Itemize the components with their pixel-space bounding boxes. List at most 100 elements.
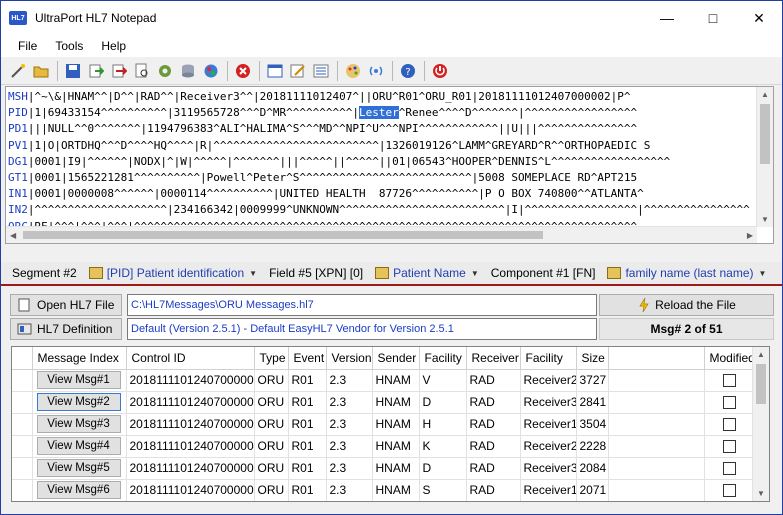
column-header[interactable]: Modified	[704, 347, 755, 370]
row-header-corner	[12, 347, 33, 370]
cell-facility: V	[419, 369, 467, 392]
view-message-button[interactable]: View Msg#4	[36, 437, 121, 455]
cell-receiver: RAD	[466, 479, 521, 501]
view-message-button[interactable]: View Msg#2	[36, 393, 121, 411]
modified-checkbox[interactable]	[723, 417, 736, 431]
minimize-icon[interactable]: —	[644, 1, 690, 35]
column-header[interactable]: Control ID	[126, 347, 255, 370]
table-row[interactable]: View Msg#6 20181111012407000006 ORU R01 2.3 H…	[12, 479, 753, 501]
column-header[interactable]	[608, 347, 705, 370]
editor-text[interactable]: MSH|^~\&|HNAM^^|D^^|RAD^^|Receiver3^^|20…	[8, 89, 753, 243]
view-message-button[interactable]: View Msg#5	[36, 459, 121, 477]
window-layout-icon[interactable]	[264, 60, 286, 82]
modified-checkbox[interactable]	[723, 373, 736, 387]
palette-icon[interactable]	[342, 60, 364, 82]
menu-file[interactable]: File	[9, 36, 46, 56]
maximize-icon[interactable]: □	[690, 1, 736, 35]
editor-line[interactable]: PID|1|69433154^^^^^^^^^^|3119565728^^^D^…	[8, 105, 753, 121]
table-row[interactable]: View Msg#3 20181111012407000003 ORU R01 2.3 H…	[12, 413, 753, 436]
component-dropdown[interactable]: family name (last name) ▼	[607, 266, 766, 280]
print-preview-icon[interactable]	[131, 60, 153, 82]
editor-horizontal-scrollbar[interactable]: ◀ ▶	[6, 226, 757, 243]
view-message-button[interactable]: View Msg#1	[36, 371, 121, 389]
power-icon[interactable]	[429, 60, 451, 82]
scroll-down-icon[interactable]: ▼	[757, 489, 765, 498]
cell-size: 2228	[576, 435, 609, 458]
settings-gear-icon[interactable]	[154, 60, 176, 82]
column-header[interactable]: Facility	[520, 347, 577, 370]
row-header[interactable]	[12, 479, 33, 501]
grid-vertical-scrollbar[interactable]: ▲ ▼	[752, 347, 769, 501]
reload-file-button[interactable]: Reload the File	[599, 294, 774, 316]
wand-icon[interactable]	[7, 60, 29, 82]
cell-version: 2.3	[326, 391, 373, 414]
editor-line[interactable]: GT1|0001|1565221281^^^^^^^^^^|Powell^Pet…	[8, 170, 753, 186]
save-icon[interactable]	[62, 60, 84, 82]
column-header[interactable]: Type	[254, 347, 289, 370]
editor-line[interactable]: DG1|0001|I9|^^^^^^|NODX|^|W|^^^^^|^^^^^^…	[8, 154, 753, 170]
menu-help[interactable]: Help	[92, 36, 135, 56]
open-folder-icon[interactable]	[30, 60, 52, 82]
editor-line[interactable]: PD1|||NULL^^0^^^^^^^|1194796383^ALI^HALI…	[8, 121, 753, 137]
title-bar[interactable]: HL7 UltraPort HL7 Notepad — □ ✕	[1, 1, 782, 35]
row-header[interactable]	[12, 413, 33, 436]
column-header[interactable]: Size	[576, 347, 609, 370]
hl7-message-editor[interactable]: MSH|^~\&|HNAM^^|D^^|RAD^^|Receiver3^^|20…	[5, 86, 774, 244]
scroll-right-icon[interactable]: ▶	[747, 231, 753, 240]
modified-checkbox[interactable]	[723, 395, 736, 409]
export-icon[interactable]	[108, 60, 130, 82]
cell-type: ORU	[254, 457, 289, 480]
column-header[interactable]: Version	[326, 347, 373, 370]
scroll-up-icon[interactable]: ▲	[761, 90, 769, 99]
scroll-thumb[interactable]	[23, 231, 543, 239]
cell-control-id: 20181111012407000001	[126, 369, 255, 392]
edit-icon[interactable]	[287, 60, 309, 82]
editor-vertical-scrollbar[interactable]: ▲ ▼	[756, 87, 773, 227]
scroll-left-icon[interactable]: ◀	[10, 231, 16, 240]
menu-tools[interactable]: Tools	[46, 36, 92, 56]
column-header[interactable]: Message Index	[32, 347, 127, 370]
view-message-button[interactable]: View Msg#3	[36, 415, 121, 433]
table-row[interactable]: View Msg#1 20181111012407000001 ORU R01 2.3 H…	[12, 369, 753, 392]
close-icon[interactable]: ✕	[736, 1, 782, 35]
table-row[interactable]: View Msg#4 20181111012407000004 ORU R01 2.3 H…	[12, 435, 753, 458]
hl7-definition-button[interactable]: HL7 Definition	[10, 318, 122, 340]
list-icon[interactable]	[310, 60, 332, 82]
modified-checkbox[interactable]	[723, 461, 736, 475]
column-header[interactable]: Receiver	[466, 347, 521, 370]
modified-checkbox[interactable]	[723, 439, 736, 453]
scroll-thumb[interactable]	[756, 364, 766, 404]
import-icon[interactable]	[85, 60, 107, 82]
column-header[interactable]: Sender	[372, 347, 420, 370]
open-hl7-file-button[interactable]: Open HL7 File	[10, 294, 122, 316]
view-message-button[interactable]: View Msg#6	[36, 481, 121, 499]
cell-event: R01	[288, 435, 327, 458]
open-hl7-file-label: Open HL7 File	[37, 298, 115, 312]
editor-line[interactable]: IN1|0001|0000008^^^^^^|0000114^^^^^^^^^^…	[8, 186, 753, 202]
column-header[interactable]: Event	[288, 347, 327, 370]
database-icon[interactable]	[177, 60, 199, 82]
stop-icon[interactable]	[232, 60, 254, 82]
row-header[interactable]	[12, 457, 33, 480]
editor-line[interactable]: MSH|^~\&|HNAM^^|D^^|RAD^^|Receiver3^^|20…	[8, 89, 753, 105]
row-header[interactable]	[12, 435, 33, 458]
cell-control-id: 20181111012407000003	[126, 413, 255, 436]
scroll-up-icon[interactable]: ▲	[757, 350, 765, 359]
component-value: family name (last name)	[625, 266, 754, 280]
network-icon[interactable]	[200, 60, 222, 82]
table-row[interactable]: View Msg#2 20181111012407000002 ORU R01 2.3 H…	[12, 391, 753, 414]
editor-line[interactable]: PV1|1|O|ORTDHQ^^^D^^^^HQ^^^^|R|^^^^^^^^^…	[8, 138, 753, 154]
scroll-down-icon[interactable]: ▼	[761, 215, 769, 224]
broadcast-icon[interactable]	[365, 60, 387, 82]
row-header[interactable]	[12, 369, 33, 392]
modified-checkbox[interactable]	[723, 483, 736, 497]
scroll-thumb[interactable]	[760, 104, 770, 164]
help-icon[interactable]: ?	[397, 60, 419, 82]
table-row[interactable]: View Msg#5 20181111012407000005 ORU R01 2.3 H…	[12, 457, 753, 480]
field-dropdown[interactable]: Patient Name ▼	[375, 266, 479, 280]
segment-dropdown[interactable]: [PID] Patient identification ▼	[88, 266, 257, 280]
toolbar-separator	[227, 60, 228, 81]
column-header[interactable]: Facility	[419, 347, 467, 370]
row-header[interactable]	[12, 391, 33, 414]
editor-line[interactable]: IN2|^^^^^^^^^^^^^^^^^^^^|234166342|00099…	[8, 202, 753, 218]
